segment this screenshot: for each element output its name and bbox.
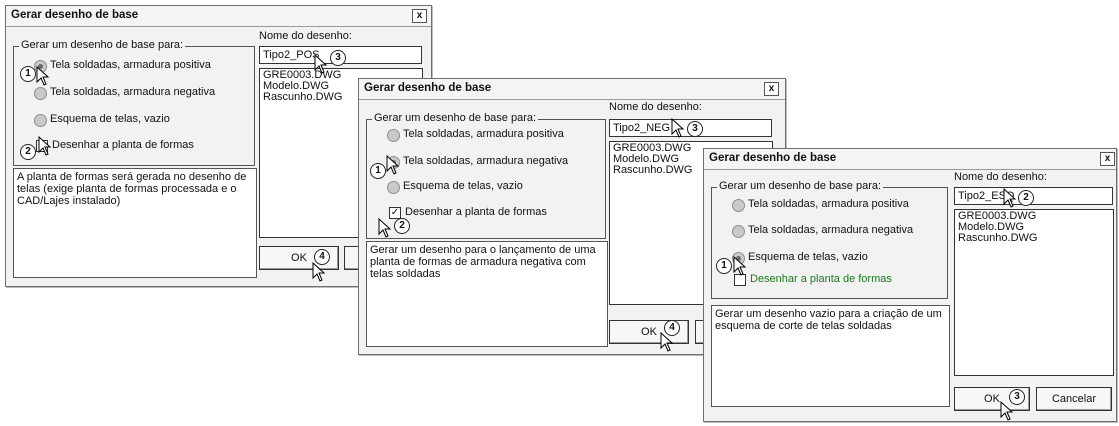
ok-label: OK (641, 326, 657, 338)
step-marker-3: 3 (330, 50, 346, 66)
pointer-cursor-icon (660, 332, 674, 352)
close-button[interactable]: x (412, 9, 427, 23)
pointer-cursor-icon (386, 155, 400, 175)
step-marker-1: 1 (370, 163, 386, 179)
dialog-esquema: Gerar desenho de base x Gerar um desenho… (703, 148, 1117, 422)
checkbox-label: Desenhar a planta de formas (52, 139, 194, 151)
ok-label: OK (984, 393, 1000, 405)
radio-label: Esquema de telas, vazio (748, 251, 868, 263)
step-marker-1: 1 (20, 66, 36, 82)
radio-label: Tela soldadas, armadura negativa (748, 224, 914, 236)
group-label: Gerar um desenho de base para: (717, 180, 884, 192)
group-label: Gerar um desenho de base para: (19, 39, 186, 51)
pointer-cursor-icon (314, 54, 328, 74)
pointer-cursor-icon (671, 118, 685, 138)
radio-icon (34, 114, 47, 127)
pointer-cursor-icon (1000, 401, 1014, 421)
title-bar: Gerar desenho de base x (6, 6, 431, 27)
description-box: A planta de formas será gerada no desenh… (13, 168, 257, 278)
pointer-cursor-icon (38, 136, 52, 156)
radio-label: Esquema de telas, vazio (50, 113, 170, 125)
step-marker-2: 2 (1018, 190, 1034, 206)
pointer-cursor-icon (733, 256, 747, 276)
radio-label: Tela soldadas, armadura negativa (403, 155, 569, 167)
checkbox-label: Desenhar a planta de formas (750, 273, 892, 285)
cancel-label: Cancelar (1051, 393, 1097, 405)
base-type-group: Gerar um desenho de base para: Tela sold… (711, 180, 948, 299)
step-marker-3: 3 (687, 121, 703, 137)
ok-label: OK (291, 252, 307, 264)
radio-label: Esquema de telas, vazio (403, 180, 523, 192)
pointer-cursor-icon (36, 66, 50, 86)
name-label: Nome do desenho: (954, 171, 1047, 183)
dialog-title: Gerar desenho de base (364, 82, 492, 94)
radio-icon (732, 199, 745, 212)
title-bar: Gerar desenho de base x (359, 79, 785, 100)
step-marker-1: 1 (716, 258, 732, 274)
step-marker-2: 2 (394, 218, 410, 234)
close-button[interactable]: x (1100, 152, 1115, 166)
close-button[interactable]: x (764, 82, 779, 96)
radio-icon (732, 225, 745, 238)
checkbox-label: Desenhar a planta de formas (405, 206, 547, 218)
radio-label: Tela soldadas, armadura negativa (50, 86, 216, 98)
dialog-title: Gerar desenho de base (709, 152, 837, 164)
pointer-cursor-icon (378, 218, 392, 238)
cancel-button[interactable]: Cancelar (1036, 387, 1112, 411)
title-bar: Gerar desenho de base x (704, 149, 1116, 170)
radio-icon (387, 129, 400, 142)
radio-icon (34, 87, 47, 100)
radio-label: Tela soldadas, armadura positiva (50, 59, 211, 71)
dialog-title: Gerar desenho de base (11, 9, 139, 21)
description-box: Gerar um desenho para o lançamento de um… (366, 241, 608, 347)
radio-label: Tela soldadas, armadura positiva (403, 128, 564, 140)
list-item[interactable]: Rascunho.DWG (958, 233, 1110, 244)
radio-label: Tela soldadas, armadura positiva (748, 198, 909, 210)
name-label: Nome do desenho: (259, 30, 352, 42)
group-label: Gerar um desenho de base para: (372, 112, 539, 124)
drawing-list[interactable]: GRE0003.DWG Modelo.DWG Rascunho.DWG (954, 209, 1114, 376)
name-label: Nome do desenho: (609, 101, 702, 113)
description-box: Gerar um desenho vazio para a criação de… (711, 305, 950, 407)
radio-icon (387, 181, 400, 194)
pointer-cursor-icon (312, 262, 326, 282)
step-marker-2: 2 (20, 144, 36, 160)
pointer-cursor-icon (1003, 188, 1017, 208)
